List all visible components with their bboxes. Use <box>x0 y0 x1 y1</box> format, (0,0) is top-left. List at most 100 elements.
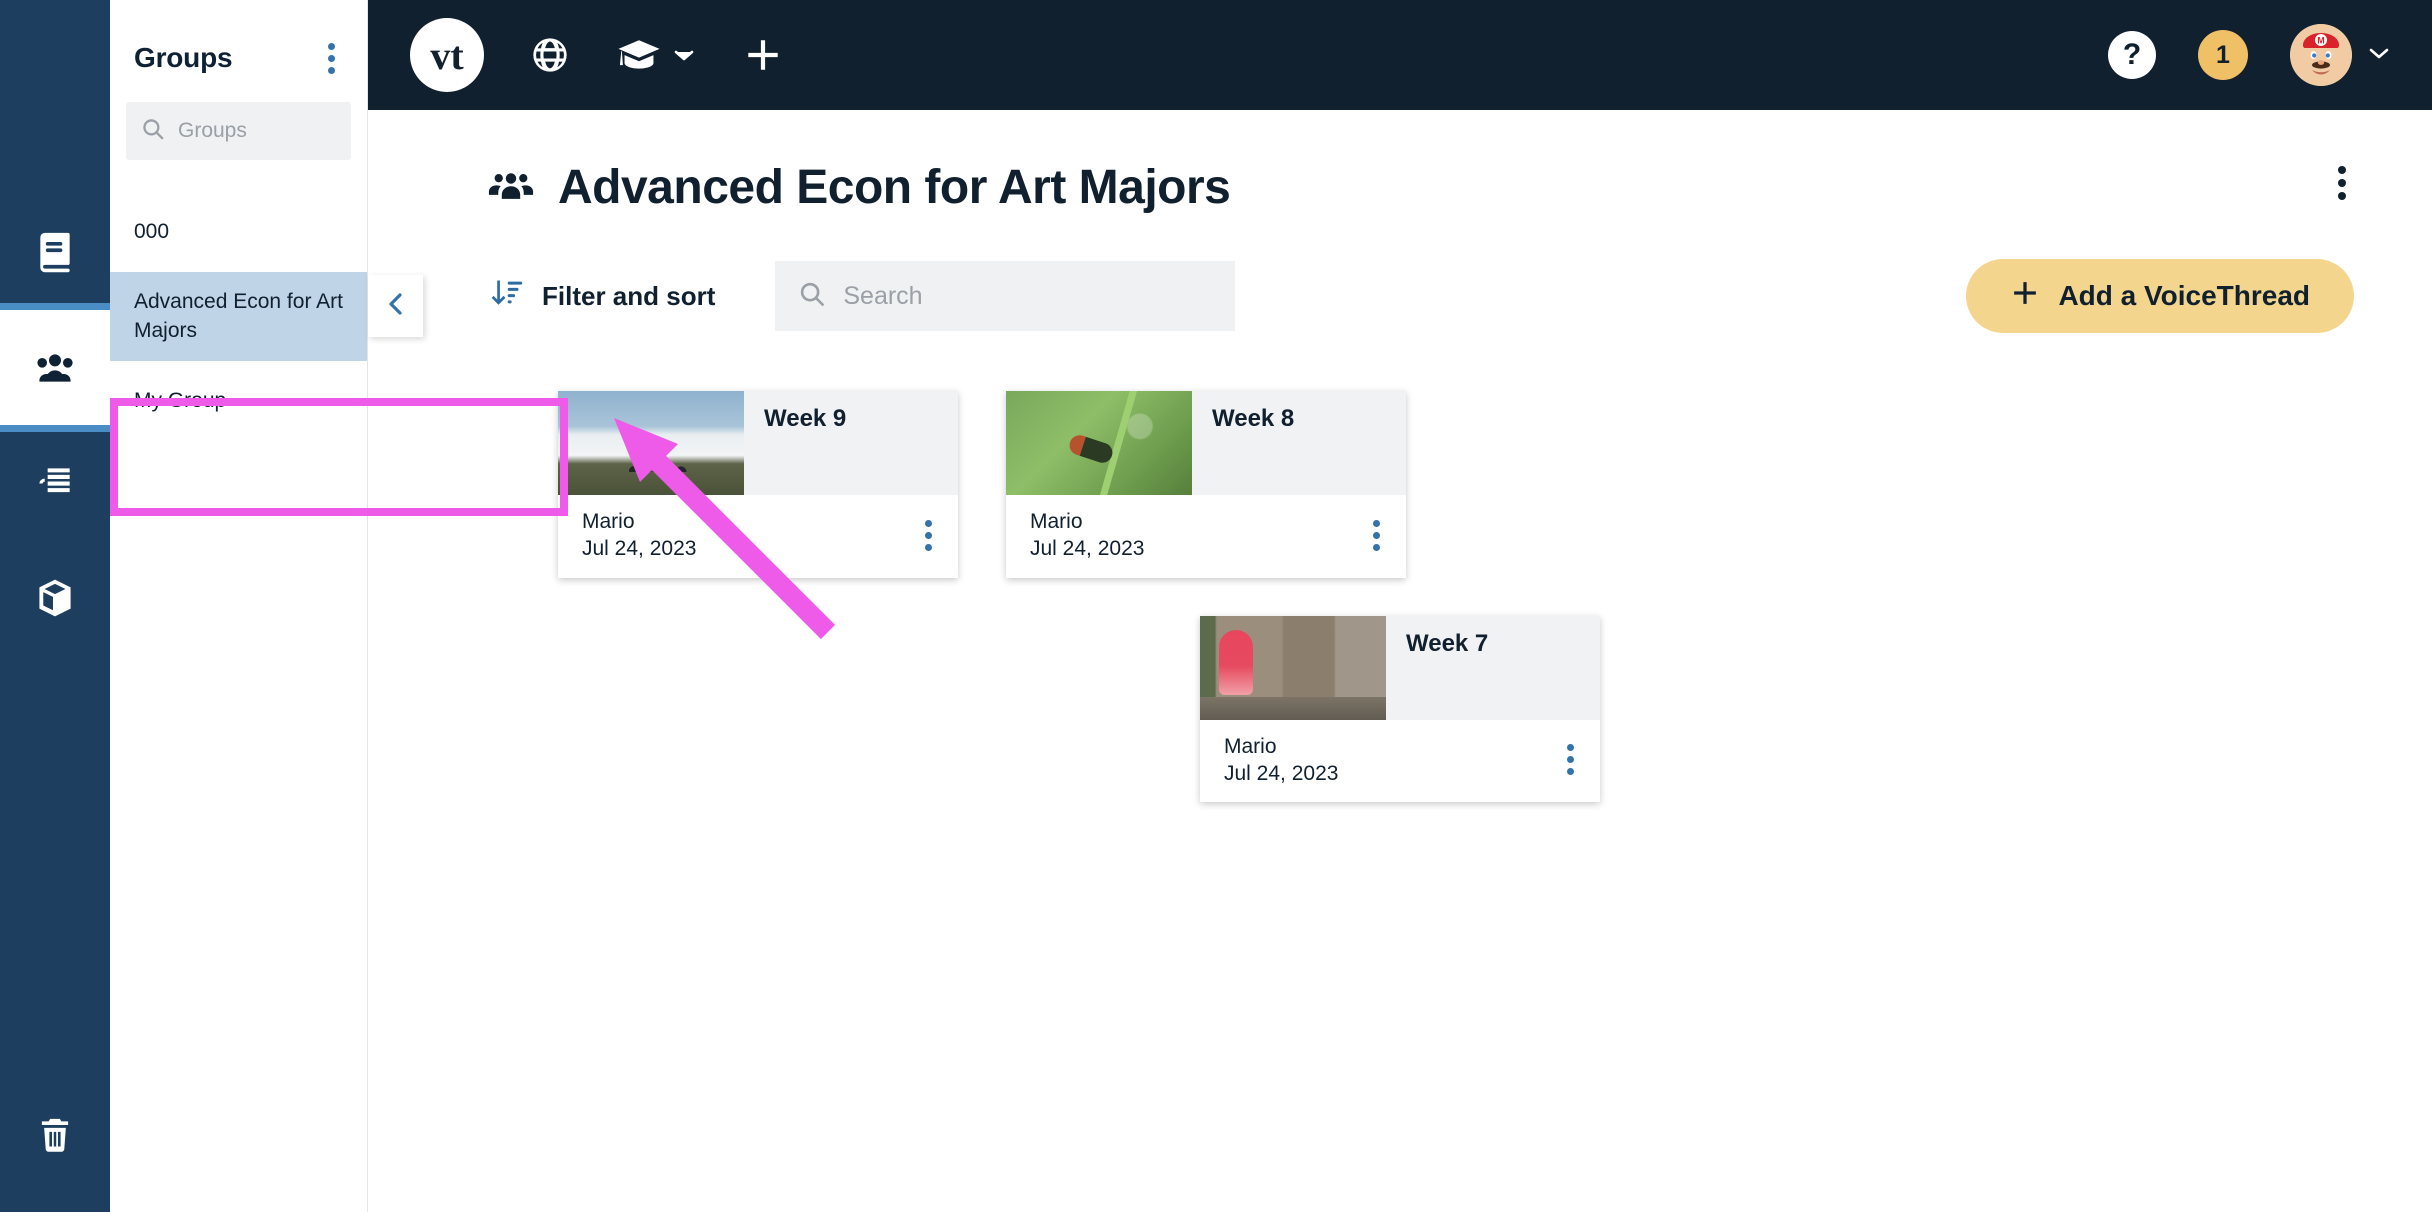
card-header: Week 8 <box>1006 391 1406 495</box>
rail-item-archive[interactable] <box>0 540 110 655</box>
card-date: Jul 24, 2023 <box>582 537 697 561</box>
dot <box>2338 166 2346 174</box>
card-footer: Mario Jul 24, 2023 <box>558 495 958 578</box>
dot <box>1567 768 1574 776</box>
rail-item-trash[interactable] <box>0 1077 110 1192</box>
card-options-button[interactable] <box>1365 514 1388 557</box>
plus-icon <box>2010 278 2040 315</box>
account-menu[interactable]: M <box>2290 24 2392 86</box>
svg-text:M: M <box>2317 36 2325 46</box>
voicethread-app: Groups 000 Advanced Econ for Art Majors … <box>0 0 2432 1212</box>
card-header: Week 9 <box>558 391 958 495</box>
add-voicethread-button[interactable]: Add a VoiceThread <box>1966 259 2354 333</box>
plus-icon <box>742 34 784 76</box>
dot <box>328 54 335 62</box>
dot <box>328 66 335 74</box>
card-thumbnail <box>558 391 744 495</box>
add-voicethread-label: Add a VoiceThread <box>2058 280 2310 311</box>
help-button[interactable]: ? <box>2108 31 2156 79</box>
dot <box>1567 756 1574 764</box>
icon-rail <box>0 0 110 1212</box>
sidebar-search[interactable] <box>126 102 351 160</box>
groups-icon <box>31 344 79 392</box>
avatar: M <box>2290 24 2352 86</box>
filter-and-sort-button[interactable]: Filter and sort <box>488 276 715 317</box>
page-options-button[interactable] <box>2330 160 2354 206</box>
groups-sidebar: Groups 000 Advanced Econ for Art Majors … <box>110 0 368 1212</box>
sidebar-options-button[interactable] <box>320 37 343 80</box>
card-options-button[interactable] <box>917 514 940 557</box>
group-list-item-000[interactable]: 000 <box>110 202 367 262</box>
group-list: 000 Advanced Econ for Art Majors My Grou… <box>110 202 367 431</box>
page-header: Advanced Econ for Art Majors <box>368 160 2432 215</box>
globe-icon <box>530 35 570 75</box>
card-author: Mario <box>1224 734 1277 758</box>
search-icon <box>140 116 166 147</box>
rail-item-groups[interactable] <box>0 303 110 432</box>
card-row-2: Week 7 Mario Jul 24, 2023 <box>368 615 2432 803</box>
search-icon <box>797 279 827 314</box>
sidebar-title: Groups <box>134 42 233 73</box>
chevron-down-icon <box>672 47 696 63</box>
group-list-item-advanced-econ[interactable]: Advanced Econ for Art Majors <box>110 272 367 362</box>
content-search-input[interactable] <box>843 281 1214 311</box>
trash-icon <box>34 1114 76 1156</box>
dot <box>1373 519 1380 527</box>
group-icon <box>488 160 534 215</box>
card-footer: Mario Jul 24, 2023 <box>1200 719 1600 803</box>
voicethread-logo[interactable]: vt <box>410 18 484 92</box>
card-header: Week 7 <box>1200 615 1600 720</box>
card-footer: Mario Jul 24, 2023 <box>1006 495 1406 578</box>
card-row-1: Week 9 Mario Jul 24, 2023 Week 8 Mario J… <box>368 391 2432 578</box>
chevron-left-icon <box>384 289 408 324</box>
dot <box>925 543 932 551</box>
dot <box>2338 192 2346 200</box>
card-meta: Mario Jul 24, 2023 <box>582 508 696 563</box>
collapse-sidebar-button[interactable] <box>368 275 423 337</box>
card-title: Week 7 <box>1406 629 1489 657</box>
sort-descending-icon <box>488 276 524 317</box>
main-content: Advanced Econ for Art Majors Filter and … <box>368 110 2432 1212</box>
voicethread-grid: Week 9 Mario Jul 24, 2023 Week 8 Mario J… <box>368 333 2432 803</box>
card-options-button[interactable] <box>1559 738 1582 781</box>
dot <box>1567 744 1574 752</box>
card-meta: Mario Jul 24, 2023 <box>1224 733 1338 788</box>
card-thumbnail <box>1200 615 1386 720</box>
filter-and-sort-label: Filter and sort <box>542 280 716 311</box>
card-title: Week 9 <box>764 405 847 432</box>
card-author: Mario <box>1030 510 1083 533</box>
card-author: Mario <box>582 510 635 533</box>
voicethread-card-week-7[interactable]: Week 7 Mario Jul 24, 2023 <box>1200 615 1600 803</box>
page-title-text: Advanced Econ for Art Majors <box>558 161 1231 214</box>
card-title: Week 8 <box>1212 405 1295 432</box>
content-toolbar: Filter and sort Add a VoiceThread <box>368 215 2432 333</box>
rail-item-library[interactable] <box>0 195 110 310</box>
card-date: Jul 24, 2023 <box>1030 537 1145 561</box>
chevron-down-icon <box>2366 44 2392 67</box>
courses-dropdown[interactable] <box>616 35 696 75</box>
graduation-cap-icon <box>616 35 662 75</box>
threads-icon <box>33 461 77 505</box>
box-icon <box>33 576 77 620</box>
sidebar-header: Groups <box>110 0 367 90</box>
card-meta: Mario Jul 24, 2023 <box>1030 508 1144 563</box>
top-bar-right: ? 1 M <box>2108 24 2392 86</box>
dot <box>1373 531 1380 539</box>
create-button[interactable] <box>742 34 784 76</box>
top-navigation-bar: vt ? 1 M <box>368 0 2432 110</box>
notification-badge[interactable]: 1 <box>2198 30 2248 80</box>
page-title: Advanced Econ for Art Majors <box>488 160 1231 215</box>
card-thumbnail <box>1006 391 1192 495</box>
dot <box>328 42 335 50</box>
dot <box>925 531 932 539</box>
sidebar-search-input[interactable] <box>178 119 337 143</box>
dot <box>2338 179 2346 187</box>
rail-item-threads[interactable] <box>0 425 110 540</box>
voicethread-card-week-8[interactable]: Week 8 Mario Jul 24, 2023 <box>1006 391 1406 578</box>
group-list-item-my-group[interactable]: My Group <box>110 371 367 431</box>
content-search[interactable] <box>775 261 1236 331</box>
dot <box>925 519 932 527</box>
browse-button[interactable] <box>530 35 570 75</box>
voicethread-card-week-9[interactable]: Week 9 Mario Jul 24, 2023 <box>558 391 958 578</box>
book-icon <box>33 231 77 275</box>
